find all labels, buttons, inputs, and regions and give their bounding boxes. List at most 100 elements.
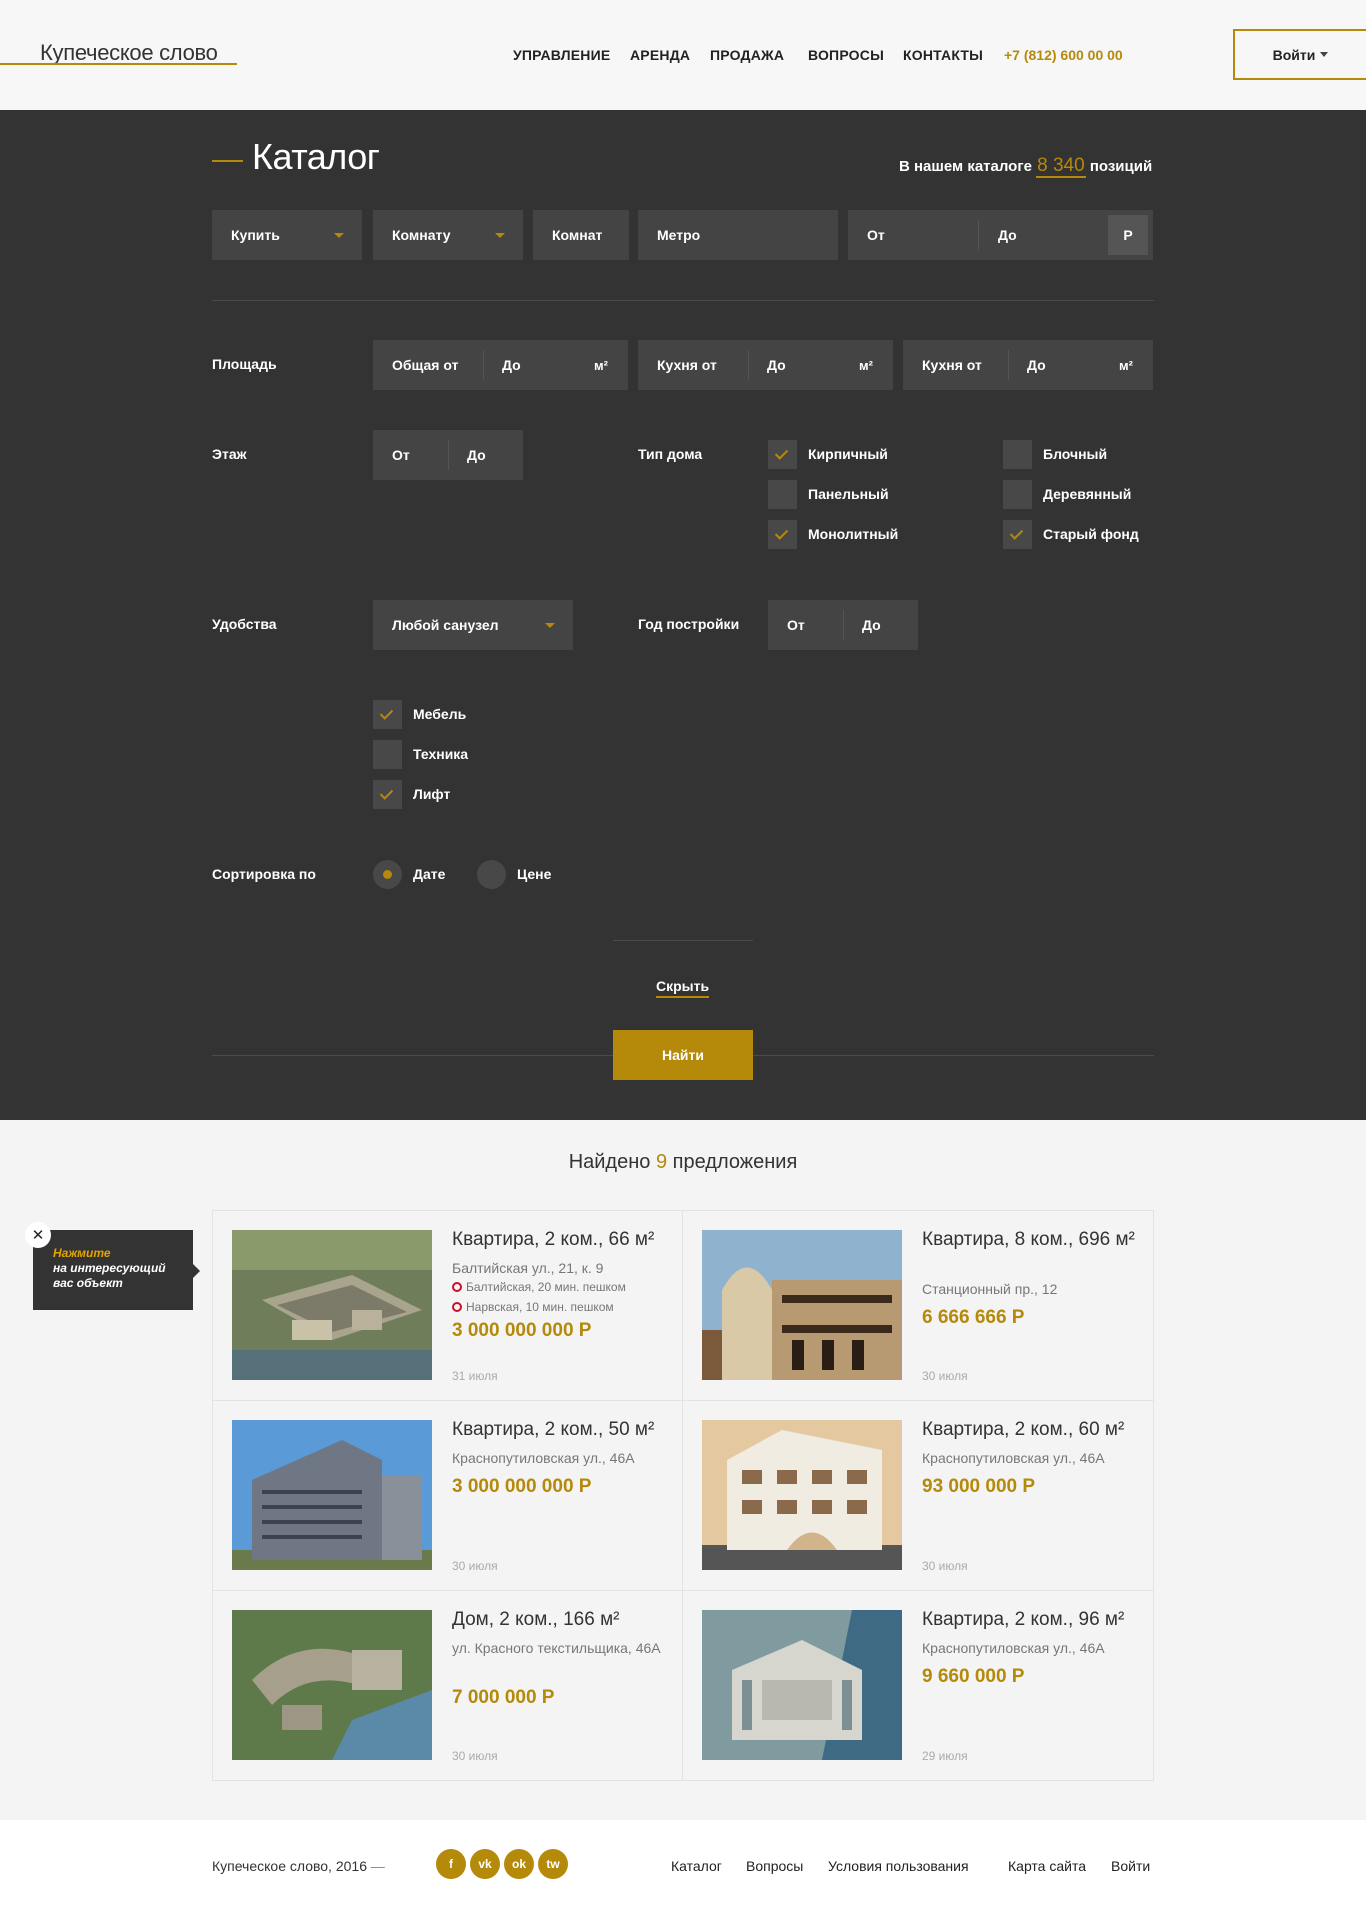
checkbox-old-fund[interactable] xyxy=(1003,520,1032,549)
checkbox-block[interactable] xyxy=(1003,440,1032,469)
listing-title[interactable]: Квартира, 2 ком., 60 м² xyxy=(922,1418,1142,1442)
find-button[interactable]: Найти xyxy=(613,1030,753,1080)
object-type-select[interactable]: Комнату xyxy=(373,210,523,260)
listing-address: Краснопутиловская ул., 46А xyxy=(922,1450,1105,1466)
listing-title[interactable]: Квартира, 2 ком., 96 м² xyxy=(922,1608,1142,1632)
kitchen-area-to[interactable]: До xyxy=(767,357,786,373)
floor-from[interactable]: От xyxy=(392,447,410,463)
deal-type-select[interactable]: Купить xyxy=(212,210,362,260)
nav-item-management[interactable]: УПРАВЛЕНИЕ xyxy=(513,47,610,63)
listing-price: 93 000 000 Р xyxy=(922,1476,1036,1497)
checkbox-elevator[interactable] xyxy=(373,780,402,809)
footer-link-catalog[interactable]: Каталог xyxy=(671,1858,722,1874)
kitchen-area-from[interactable]: Кухня от xyxy=(657,357,717,373)
found-number: 9 xyxy=(655,1151,668,1173)
catalog-count-number[interactable]: 8 340 xyxy=(1036,155,1086,178)
rooms-input[interactable]: Комнат xyxy=(533,210,629,260)
metro-icon xyxy=(452,1302,462,1312)
metro-input[interactable]: Метро xyxy=(638,210,838,260)
price-range: От До Р xyxy=(848,210,1153,260)
listing-title[interactable]: Дом, 2 ком., 166 м² xyxy=(452,1608,672,1632)
vk-icon[interactable]: vk xyxy=(470,1849,500,1879)
divider xyxy=(843,610,844,640)
listing-address: Краснопутиловская ул., 46А xyxy=(922,1640,1105,1656)
listing-card[interactable]: Квартира, 2 ком., 96 м² Краснопутиловска… xyxy=(683,1591,1153,1781)
nav-item-sale[interactable]: ПРОДАЖА xyxy=(710,47,784,63)
listing-photo[interactable] xyxy=(702,1610,902,1760)
results-grid: Квартира, 2 ком., 66 м² Балтийская ул., … xyxy=(212,1210,1154,1781)
checkbox-panel[interactable] xyxy=(768,480,797,509)
total-area-from[interactable]: Общая от xyxy=(392,357,458,373)
catalog-filter-panel xyxy=(0,110,1366,1120)
listing-price: 7 000 000 Р xyxy=(452,1687,555,1708)
object-type-value: Комнату xyxy=(392,227,451,243)
listing-photo[interactable] xyxy=(232,1420,432,1570)
checkbox-monolith[interactable] xyxy=(768,520,797,549)
hide-filters-link[interactable]: Скрыть xyxy=(656,978,710,998)
listing-photo[interactable] xyxy=(702,1230,902,1380)
price-to-input[interactable]: До xyxy=(998,227,1017,243)
listing-card[interactable]: Квартира, 8 ком., 696 м² Станционный пр.… xyxy=(683,1211,1153,1401)
checkbox-label: Монолитный xyxy=(808,526,899,542)
year-to[interactable]: До xyxy=(862,617,881,633)
listing-card[interactable]: Квартира, 2 ком., 66 м² Балтийская ул., … xyxy=(213,1211,683,1401)
odnoklassniki-icon[interactable]: ok xyxy=(504,1849,534,1879)
nav-item-faq[interactable]: ВОПРОСЫ xyxy=(808,47,884,63)
total-area-to[interactable]: До xyxy=(502,357,521,373)
radio-sort-date[interactable] xyxy=(373,860,402,889)
login-dropdown-button[interactable]: Войти xyxy=(1233,29,1366,80)
listing-address: Краснопутиловская ул., 46А xyxy=(452,1450,635,1466)
close-icon[interactable]: ✕ xyxy=(25,1222,51,1248)
year-from[interactable]: От xyxy=(787,617,805,633)
footer-link-sitemap[interactable]: Карта сайта xyxy=(1008,1858,1086,1874)
copyright-dash: — xyxy=(370,1858,385,1874)
divider xyxy=(448,440,449,470)
bathroom-select[interactable]: Любой санузел xyxy=(373,600,573,650)
nav-item-rent[interactable]: АРЕНДА xyxy=(630,47,690,63)
bathroom-value: Любой санузел xyxy=(392,617,499,633)
price-from-input[interactable]: От xyxy=(867,227,885,243)
currency-button[interactable]: Р xyxy=(1108,215,1148,255)
listing-photo[interactable] xyxy=(702,1420,902,1570)
listing-address: ул. Красного текстильщика, 46А xyxy=(452,1640,661,1656)
tooltip-arrow xyxy=(193,1264,200,1278)
checkbox-wooden[interactable] xyxy=(1003,480,1032,509)
listing-price: 3 000 000 000 Р xyxy=(452,1320,592,1341)
listing-title[interactable]: Квартира, 2 ком., 66 м² xyxy=(452,1228,672,1252)
footer-link-terms[interactable]: Условия пользования xyxy=(828,1858,969,1874)
checkbox-furniture[interactable] xyxy=(373,700,402,729)
footer-link-faq[interactable]: Вопросы xyxy=(746,1858,803,1874)
listing-card[interactable]: Квартира, 2 ком., 60 м² Краснопутиловска… xyxy=(683,1401,1153,1591)
footer-link-login[interactable]: Войти xyxy=(1111,1858,1150,1874)
kitchen-area-to-2[interactable]: До xyxy=(1027,357,1046,373)
floor-to[interactable]: До xyxy=(467,447,486,463)
nav-item-contacts[interactable]: КОНТАКТЫ xyxy=(903,47,983,63)
house-type-label: Тип дома xyxy=(638,446,703,462)
checkbox-brick[interactable] xyxy=(768,440,797,469)
metro-icon xyxy=(452,1282,462,1292)
listing-title[interactable]: Квартира, 2 ком., 50 м² xyxy=(452,1418,672,1442)
listing-photo[interactable] xyxy=(232,1610,432,1760)
metro-label: Нарвская, 10 мин. пешком xyxy=(466,1300,614,1314)
listing-date: 30 июля xyxy=(452,1749,498,1763)
tooltip-line: вас объект xyxy=(53,1276,123,1290)
facebook-icon[interactable]: f xyxy=(436,1849,466,1879)
phone-number[interactable]: +7 (812) 600 00 00 xyxy=(1004,47,1123,63)
listing-title[interactable]: Квартира, 8 ком., 696 м² xyxy=(922,1228,1142,1252)
listing-card[interactable]: Квартира, 2 ком., 50 м² Краснопутиловска… xyxy=(213,1401,683,1591)
twitter-icon[interactable]: tw xyxy=(538,1849,568,1879)
found-prefix: Найдено xyxy=(568,1151,651,1173)
divider xyxy=(212,300,1154,301)
listing-card[interactable]: Дом, 2 ком., 166 м² ул. Красного текстил… xyxy=(213,1591,683,1781)
area-label: Площадь xyxy=(212,356,277,372)
listing-photo[interactable] xyxy=(232,1230,432,1380)
checkbox-appliances[interactable] xyxy=(373,740,402,769)
chevron-down-icon xyxy=(545,623,555,628)
site-footer: Купеческое слово, 2016 — f vk ok tw Ката… xyxy=(0,1820,1366,1910)
chevron-down-icon xyxy=(495,233,505,238)
radio-sort-price[interactable] xyxy=(477,860,506,889)
tooltip-highlight: Нажмите xyxy=(53,1246,111,1260)
kitchen-area-from-2[interactable]: Кухня от xyxy=(922,357,982,373)
area-unit: м² xyxy=(1119,357,1133,373)
checkbox-label: Кирпичный xyxy=(808,446,888,462)
